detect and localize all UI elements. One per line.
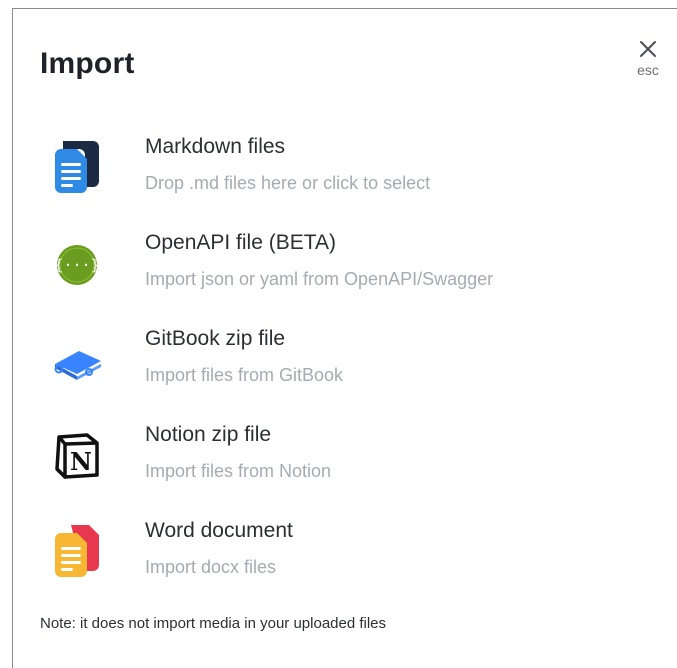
option-description: Import json or yaml from OpenAPI/Swagger (145, 269, 494, 289)
option-title: Markdown files (145, 135, 286, 158)
option-description: Drop .md files here or click to select (145, 173, 431, 193)
close-button[interactable]: esc (623, 39, 673, 89)
option-title: Notion zip file (145, 423, 272, 446)
import-note: Note: it does not import media in your u… (40, 615, 387, 632)
option-description: Import files from GitBook (145, 365, 344, 385)
option-title: Word document (145, 519, 293, 542)
option-word[interactable]: Word document Import docx files (13, 513, 673, 609)
option-markdown[interactable]: Markdown files Drop .md files here or cl… (13, 129, 673, 225)
close-icon (640, 41, 656, 57)
option-openapi[interactable]: {···} OpenAPI file (BETA) Import json or… (13, 225, 673, 321)
option-description: Import docx files (145, 557, 277, 577)
esc-label: esc (637, 62, 659, 78)
option-title: GitBook zip file (145, 327, 286, 350)
option-gitbook[interactable]: GitBook zip file Import files from GitBo… (13, 321, 673, 417)
gitbook-icon (54, 351, 102, 380)
openapi-icon: {···} (54, 245, 100, 285)
markdown-file-icon (55, 141, 99, 193)
word-document-icon (55, 525, 99, 577)
dialog-title: Import (40, 47, 135, 80)
import-dialog: Import esc Markdown files Drop .md files… (12, 8, 677, 668)
option-notion[interactable]: N Notion zip file Import files from Noti… (13, 417, 673, 513)
option-description: Import files from Notion (145, 461, 332, 481)
svg-text:{···}: {···} (54, 256, 99, 274)
import-options-list: Markdown files Drop .md files here or cl… (13, 129, 673, 609)
option-title: OpenAPI file (BETA) (145, 231, 337, 254)
notion-icon: N (55, 433, 99, 479)
svg-text:N: N (70, 447, 92, 476)
